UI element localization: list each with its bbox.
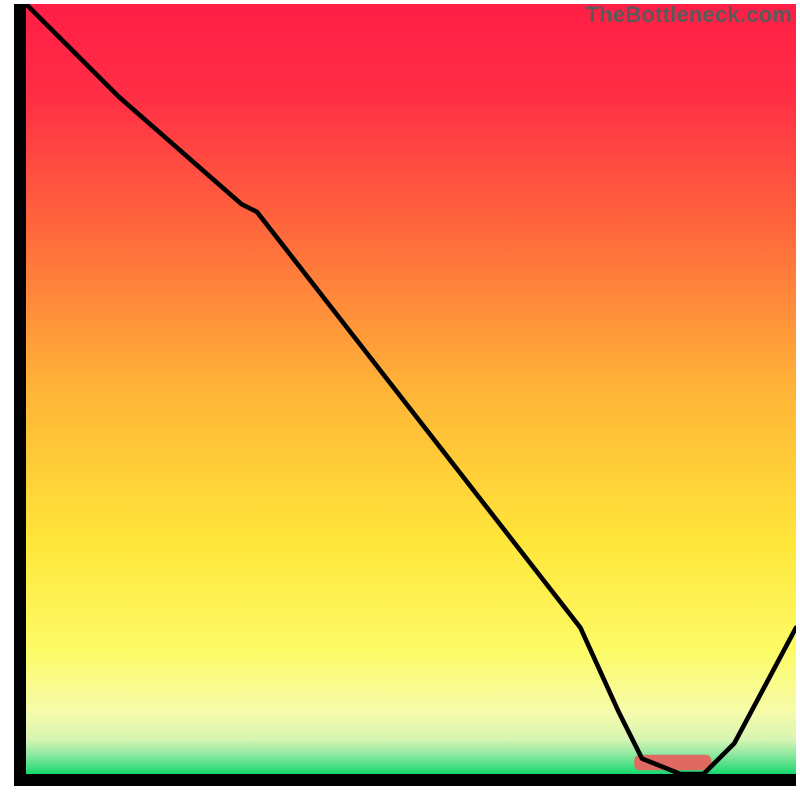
watermark-text: TheBottleneck.com <box>586 2 792 28</box>
plot-svg <box>26 4 796 774</box>
chart-stage: TheBottleneck.com <box>0 0 800 800</box>
plot-area <box>26 4 796 774</box>
